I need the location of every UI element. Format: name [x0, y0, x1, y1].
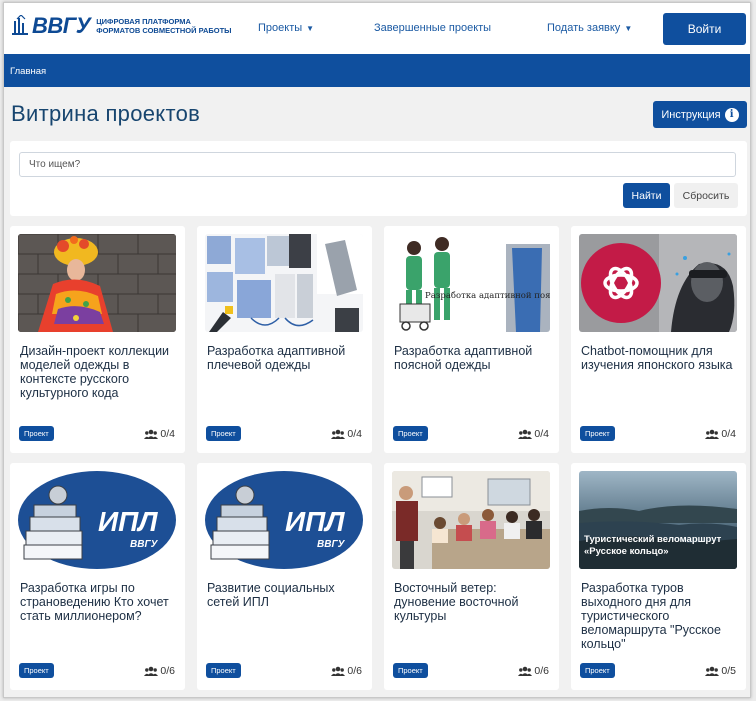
card-image-caption-line1: Туристический веломаршрут [584, 534, 722, 545]
project-card-title: Разработка игры по страноведению Кто хоч… [20, 581, 169, 623]
users-icon [331, 666, 346, 676]
search-input[interactable]: Что ищем? [19, 152, 736, 177]
project-card-title: Развитие социальных сетей ИПЛ [207, 581, 335, 609]
site-logo[interactable]: ВВГУ ЦИФРОВАЯ ПЛАТФОРМА ФОРМАТОВ СОВМЕСТ… [12, 15, 232, 37]
project-status-badge: Проект [393, 426, 428, 441]
project-members-count: 0/4 [518, 426, 549, 441]
logo-subtitle-line1: ЦИФРОВАЯ ПЛАТФОРМА [96, 17, 191, 26]
project-card-title: Разработка адаптивной поясной одежды [394, 344, 533, 372]
project-status-badge: Проект [580, 663, 615, 678]
members-value: 0/4 [721, 427, 736, 440]
project-card[interactable]: Разработка адаптивной поясной одежды Раз… [384, 226, 559, 453]
card-image-caption: Разработка адаптивной поясной одежды [425, 290, 550, 301]
members-value: 0/4 [534, 427, 549, 440]
members-value: 0/6 [534, 664, 549, 677]
project-card-title: Разработка туров выходного дня для турис… [581, 581, 721, 651]
project-members-count: 0/6 [518, 663, 549, 678]
chevron-down-icon: ▼ [624, 24, 633, 33]
project-members-count: 0/6 [144, 663, 175, 678]
project-status-badge: Проект [393, 663, 428, 678]
project-card-image: ИПЛ ВВГУ [18, 471, 176, 569]
card-image-logo: ИПЛ [285, 506, 345, 537]
users-icon [144, 429, 159, 439]
search-panel: Что ищем? Найти Сбросить [10, 141, 747, 216]
login-button[interactable]: Войти [663, 13, 746, 45]
card-image-logo: ИПЛ [98, 506, 158, 537]
members-value: 0/4 [160, 427, 175, 440]
project-status-badge: Проект [19, 663, 54, 678]
page-title: Витрина проектов [11, 101, 201, 126]
project-card[interactable]: Chatbot-помощник для изучения японского … [571, 226, 746, 453]
project-status-badge: Проект [206, 426, 241, 441]
logo-subtitle: ЦИФРОВАЯ ПЛАТФОРМА ФОРМАТОВ СОВМЕСТНОЙ Р… [96, 17, 231, 35]
project-status-badge: Проект [206, 663, 241, 678]
project-card[interactable]: Дизайн-проект коллекции моделей одежды в… [10, 226, 185, 453]
project-card-image [392, 471, 550, 569]
members-value: 0/5 [721, 664, 736, 677]
project-card-image: Туристический веломаршрут «Русское кольц… [579, 471, 737, 569]
project-card[interactable]: ИПЛ ВВГУ Разработка игры по страноведени… [10, 463, 185, 690]
instructions-label: Инструкция [661, 108, 721, 121]
nav-submit-application[interactable]: Подать заявку ▼ [547, 22, 632, 34]
project-status-badge: Проект [580, 426, 615, 441]
project-card-title: Chatbot-помощник для изучения японского … [581, 344, 733, 372]
project-members-count: 0/4 [331, 426, 362, 441]
instructions-button[interactable]: Инструкция i [653, 101, 747, 128]
card-image-sublogo: ВВГУ [317, 539, 346, 550]
project-card-image [579, 234, 737, 332]
members-value: 0/6 [347, 664, 362, 677]
project-card-image: ИПЛ ВВГУ [205, 471, 363, 569]
nav-projects[interactable]: Проекты ▼ [258, 22, 314, 34]
project-card[interactable]: Разработка адаптивной плечевой одежды Пр… [197, 226, 372, 453]
project-members-count: 0/4 [705, 426, 736, 441]
breadcrumb: Главная [4, 54, 750, 87]
users-icon [144, 666, 159, 676]
logo-emblem-icon [12, 15, 28, 35]
logo-text: ВВГУ [32, 13, 91, 38]
users-icon [331, 429, 346, 439]
card-image-caption-line2: «Русское кольцо» [584, 546, 669, 557]
reset-button[interactable]: Сбросить [674, 183, 738, 208]
users-icon [518, 666, 533, 676]
project-card-title: Дизайн-проект коллекции моделей одежды в… [20, 344, 170, 400]
info-icon: i [724, 107, 739, 122]
project-members-count: 0/5 [705, 663, 736, 678]
project-card-image [205, 234, 363, 332]
project-card[interactable]: ИПЛ ВВГУ Развитие социальных сетей ИПЛ П… [197, 463, 372, 690]
project-card[interactable]: Восточный ветер: дуновение восточной кул… [384, 463, 559, 690]
nav-completed-projects[interactable]: Завершенные проекты [374, 22, 491, 34]
users-icon [705, 429, 720, 439]
nav-completed-label: Завершенные проекты [374, 22, 492, 34]
logo-subtitle-line2: ФОРМАТОВ СОВМЕСТНОЙ РАБОТЫ [96, 26, 232, 35]
site-header: ВВГУ ЦИФРОВАЯ ПЛАТФОРМА ФОРМАТОВ СОВМЕСТ… [4, 3, 750, 54]
project-members-count: 0/4 [144, 426, 175, 441]
project-status-badge: Проект [19, 426, 54, 441]
chevron-down-icon: ▼ [306, 24, 315, 33]
project-card-image: Разработка адаптивной поясной одежды [392, 234, 550, 332]
project-card-image [18, 234, 176, 332]
project-card-title: Разработка адаптивной плечевой одежды [207, 344, 346, 372]
project-card[interactable]: Туристический веломаршрут «Русское кольц… [571, 463, 746, 690]
users-icon [518, 429, 533, 439]
nav-projects-label: Проекты [258, 22, 303, 34]
breadcrumb-home-link[interactable]: Главная [10, 66, 46, 77]
project-members-count: 0/6 [331, 663, 362, 678]
users-icon [705, 666, 720, 676]
card-image-sublogo: ВВГУ [130, 539, 159, 550]
search-button[interactable]: Найти [623, 183, 670, 208]
project-card-title: Восточный ветер: дуновение восточной кул… [394, 581, 519, 623]
members-value: 0/4 [347, 427, 362, 440]
members-value: 0/6 [160, 664, 175, 677]
nav-submit-label: Подать заявку [547, 22, 621, 34]
browser-frame: ВВГУ ЦИФРОВАЯ ПЛАТФОРМА ФОРМАТОВ СОВМЕСТ… [3, 2, 751, 698]
